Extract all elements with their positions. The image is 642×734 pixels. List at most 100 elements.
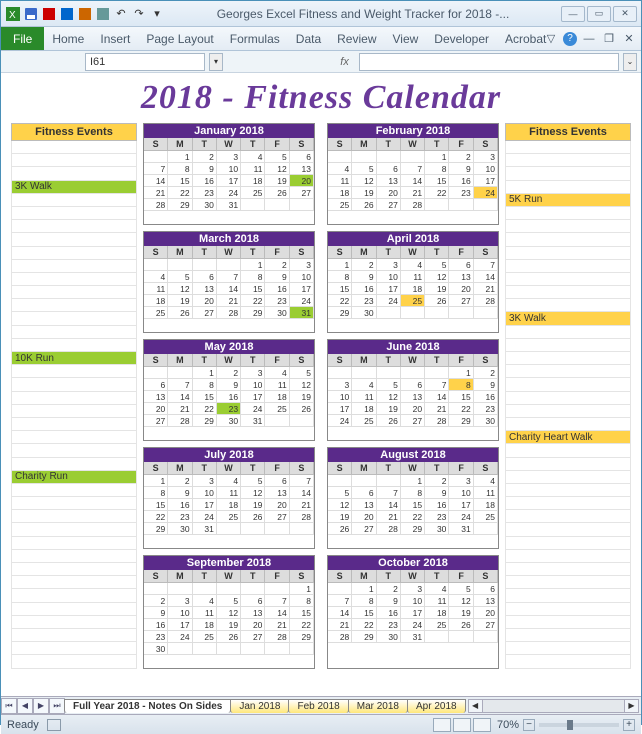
day-cell[interactable]: 12 bbox=[168, 283, 192, 295]
day-cell[interactable] bbox=[352, 475, 376, 487]
tab-nav-first-icon[interactable]: ⏮ bbox=[1, 698, 17, 714]
event-row[interactable] bbox=[11, 444, 137, 457]
day-cell[interactable]: 31 bbox=[290, 307, 314, 319]
day-cell[interactable]: 20 bbox=[377, 187, 401, 199]
day-cell[interactable] bbox=[449, 307, 473, 319]
day-cell[interactable]: 1 bbox=[352, 583, 376, 595]
day-cell[interactable]: 25 bbox=[193, 631, 217, 643]
event-row[interactable] bbox=[11, 510, 137, 523]
day-cell[interactable]: 5 bbox=[352, 163, 376, 175]
day-cell[interactable]: 6 bbox=[144, 379, 168, 391]
day-cell[interactable]: 21 bbox=[168, 403, 192, 415]
day-cell[interactable]: 4 bbox=[144, 271, 168, 283]
qat-dropdown-icon[interactable]: ▾ bbox=[149, 6, 165, 22]
day-cell[interactable] bbox=[217, 259, 241, 271]
event-row[interactable] bbox=[505, 273, 631, 286]
day-cell[interactable] bbox=[474, 199, 498, 211]
day-cell[interactable]: 3 bbox=[474, 151, 498, 163]
day-cell[interactable]: 2 bbox=[265, 259, 289, 271]
day-cell[interactable]: 19 bbox=[328, 511, 352, 523]
event-row[interactable]: 5K Run bbox=[505, 194, 631, 207]
day-cell[interactable]: 9 bbox=[474, 379, 498, 391]
day-cell[interactable]: 17 bbox=[168, 619, 192, 631]
day-cell[interactable]: 9 bbox=[217, 379, 241, 391]
event-row[interactable] bbox=[11, 194, 137, 207]
day-cell[interactable]: 20 bbox=[265, 499, 289, 511]
day-cell[interactable]: 14 bbox=[425, 391, 449, 403]
day-cell[interactable]: 15 bbox=[328, 283, 352, 295]
day-cell[interactable]: 17 bbox=[290, 283, 314, 295]
day-cell[interactable]: 12 bbox=[425, 271, 449, 283]
day-cell[interactable]: 25 bbox=[265, 403, 289, 415]
day-cell[interactable]: 25 bbox=[241, 187, 265, 199]
day-cell[interactable]: 6 bbox=[401, 379, 425, 391]
day-cell[interactable]: 11 bbox=[425, 595, 449, 607]
day-cell[interactable]: 24 bbox=[290, 295, 314, 307]
day-cell[interactable]: 4 bbox=[328, 163, 352, 175]
day-cell[interactable]: 2 bbox=[352, 259, 376, 271]
event-row[interactable] bbox=[505, 141, 631, 154]
day-cell[interactable]: 5 bbox=[377, 379, 401, 391]
event-row[interactable] bbox=[505, 207, 631, 220]
day-cell[interactable] bbox=[328, 151, 352, 163]
day-cell[interactable]: 18 bbox=[328, 187, 352, 199]
day-cell[interactable]: 30 bbox=[474, 415, 498, 427]
day-cell[interactable]: 20 bbox=[193, 295, 217, 307]
day-cell[interactable] bbox=[474, 523, 498, 535]
day-cell[interactable]: 28 bbox=[474, 295, 498, 307]
tab-nav-prev-icon[interactable]: ◀ bbox=[17, 698, 33, 714]
day-cell[interactable]: 1 bbox=[425, 151, 449, 163]
day-cell[interactable]: 26 bbox=[217, 631, 241, 643]
day-cell[interactable]: 28 bbox=[401, 199, 425, 211]
day-cell[interactable]: 20 bbox=[144, 403, 168, 415]
day-cell[interactable]: 7 bbox=[168, 379, 192, 391]
day-cell[interactable]: 30 bbox=[168, 523, 192, 535]
day-cell[interactable]: 19 bbox=[290, 391, 314, 403]
day-cell[interactable] bbox=[265, 643, 289, 655]
day-cell[interactable]: 26 bbox=[290, 403, 314, 415]
day-cell[interactable]: 13 bbox=[449, 271, 473, 283]
day-cell[interactable]: 29 bbox=[328, 307, 352, 319]
day-cell[interactable]: 7 bbox=[217, 271, 241, 283]
day-cell[interactable] bbox=[328, 583, 352, 595]
day-cell[interactable]: 23 bbox=[144, 631, 168, 643]
day-cell[interactable]: 16 bbox=[168, 499, 192, 511]
event-row[interactable] bbox=[505, 589, 631, 602]
day-cell[interactable]: 4 bbox=[425, 583, 449, 595]
day-cell[interactable]: 18 bbox=[241, 175, 265, 187]
day-cell[interactable]: 18 bbox=[352, 403, 376, 415]
event-row[interactable] bbox=[505, 339, 631, 352]
event-row[interactable] bbox=[11, 616, 137, 629]
day-cell[interactable]: 7 bbox=[328, 595, 352, 607]
day-cell[interactable]: 5 bbox=[290, 367, 314, 379]
day-cell[interactable]: 16 bbox=[449, 175, 473, 187]
day-cell[interactable]: 31 bbox=[401, 631, 425, 643]
event-row[interactable] bbox=[11, 154, 137, 167]
day-cell[interactable] bbox=[425, 367, 449, 379]
day-cell[interactable]: 2 bbox=[425, 475, 449, 487]
day-cell[interactable]: 28 bbox=[168, 415, 192, 427]
day-cell[interactable]: 11 bbox=[401, 271, 425, 283]
day-cell[interactable]: 8 bbox=[290, 595, 314, 607]
ribbon-tab[interactable]: Home bbox=[44, 32, 92, 46]
day-cell[interactable]: 6 bbox=[265, 475, 289, 487]
day-cell[interactable]: 15 bbox=[425, 175, 449, 187]
day-cell[interactable]: 29 bbox=[193, 415, 217, 427]
day-cell[interactable]: 28 bbox=[144, 199, 168, 211]
event-row[interactable]: 10K Run bbox=[11, 352, 137, 365]
day-cell[interactable]: 1 bbox=[328, 259, 352, 271]
day-cell[interactable]: 15 bbox=[449, 391, 473, 403]
day-cell[interactable]: 6 bbox=[352, 487, 376, 499]
day-cell[interactable]: 18 bbox=[265, 391, 289, 403]
day-cell[interactable]: 9 bbox=[144, 607, 168, 619]
day-cell[interactable]: 2 bbox=[449, 151, 473, 163]
sheet-tab[interactable]: Jan 2018 bbox=[230, 699, 289, 713]
day-cell[interactable] bbox=[241, 199, 265, 211]
event-row[interactable] bbox=[505, 378, 631, 391]
event-row[interactable] bbox=[505, 352, 631, 365]
day-cell[interactable]: 10 bbox=[290, 271, 314, 283]
day-cell[interactable]: 9 bbox=[352, 271, 376, 283]
day-cell[interactable]: 19 bbox=[449, 607, 473, 619]
event-row[interactable] bbox=[11, 260, 137, 273]
day-cell[interactable] bbox=[401, 367, 425, 379]
